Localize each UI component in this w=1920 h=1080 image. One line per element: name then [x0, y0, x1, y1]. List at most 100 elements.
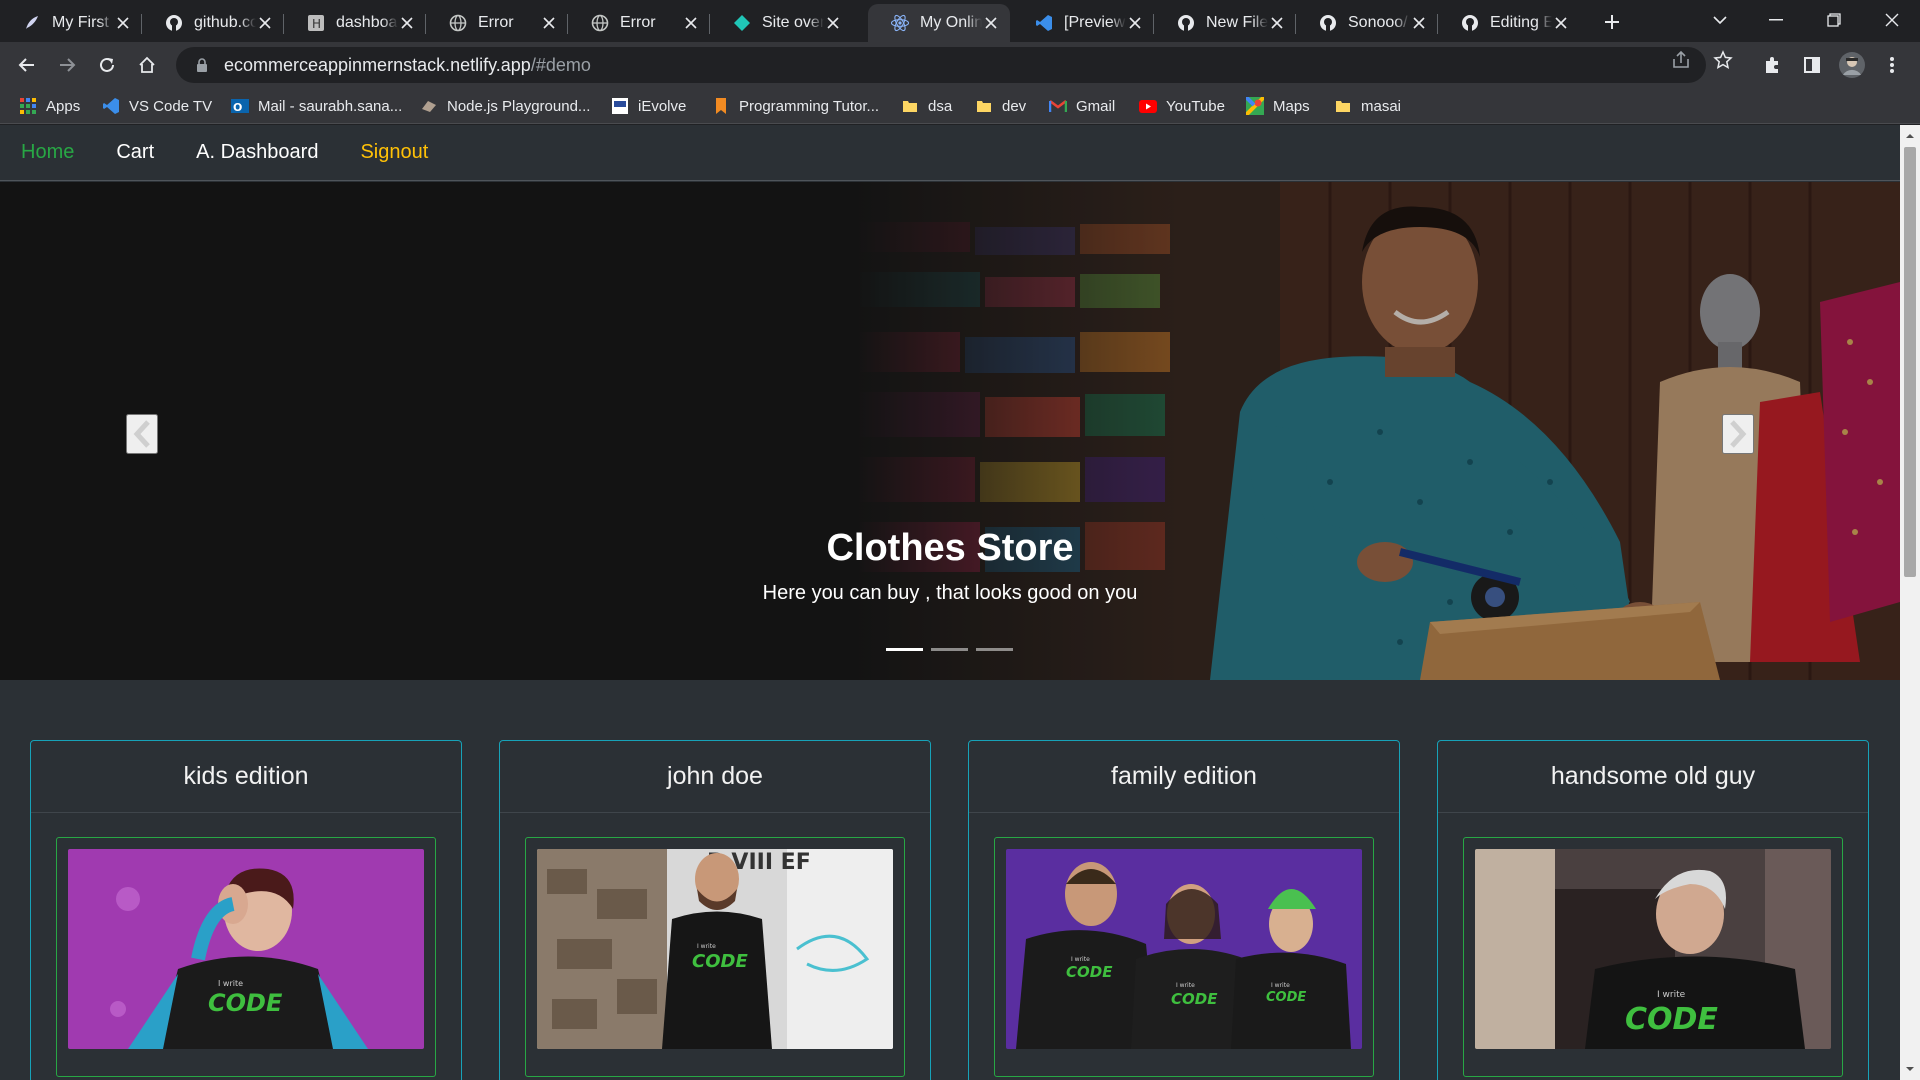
- page-scrollbar[interactable]: [1900, 125, 1920, 1080]
- browser-tab[interactable]: H dashboar: [284, 4, 426, 42]
- carousel-prev-button[interactable]: [126, 414, 158, 454]
- svg-text:I write: I write: [1271, 982, 1290, 989]
- browser-tab[interactable]: Sonooo/: [1296, 4, 1438, 42]
- close-tab-icon[interactable]: [1410, 14, 1428, 32]
- bookmark-item[interactable]: iEvolve: [611, 95, 686, 117]
- globe-icon: [590, 13, 610, 33]
- close-tab-icon[interactable]: [256, 14, 274, 32]
- vscode-icon: [1034, 13, 1054, 33]
- product-card[interactable]: kids edition I write CODE: [30, 740, 462, 1080]
- browser-tab[interactable]: github.co: [142, 4, 284, 42]
- product-image-john-doe[interactable]: B VIII EF I write CODE: [537, 849, 893, 1049]
- lock-icon[interactable]: [192, 55, 212, 75]
- tab-title: Site overv: [762, 14, 824, 31]
- extensions-puzzle-icon[interactable]: [1756, 49, 1788, 81]
- bookmark-item[interactable]: Maps: [1246, 95, 1310, 117]
- product-image-kids-edition[interactable]: I write CODE: [68, 849, 424, 1049]
- svg-text:I write: I write: [1176, 982, 1195, 989]
- close-tab-icon[interactable]: [540, 14, 558, 32]
- browser-tab-active[interactable]: My Onlin: [868, 4, 1010, 42]
- browser-tab[interactable]: New File: [1154, 4, 1296, 42]
- close-tab-icon[interactable]: [114, 14, 132, 32]
- menu-kebab-icon[interactable]: [1876, 49, 1908, 81]
- tab-title: [Preview]: [1064, 14, 1126, 31]
- bookmark-item[interactable]: O Mail - saurabh.sana...: [231, 95, 402, 117]
- browser-tab[interactable]: Error: [568, 4, 710, 42]
- product-title: john doe: [500, 741, 930, 813]
- chevron-left-icon: [133, 420, 150, 448]
- svg-text:I write: I write: [1071, 956, 1090, 963]
- scroll-up-arrow-icon[interactable]: [1900, 127, 1920, 145]
- browser-tab[interactable]: My First F: [0, 4, 142, 42]
- carousel-next-button[interactable]: [1722, 414, 1754, 454]
- star-bookmark-icon[interactable]: [1712, 49, 1734, 71]
- hashnode-icon: H: [306, 13, 326, 33]
- bookmark-item[interactable]: YouTube: [1139, 95, 1225, 117]
- product-card[interactable]: handsome old guy I write CODE: [1437, 740, 1869, 1080]
- minimize-icon[interactable]: [1750, 0, 1802, 40]
- restore-icon[interactable]: [1808, 0, 1860, 40]
- browser-tab[interactable]: Error: [426, 4, 568, 42]
- close-tab-icon[interactable]: [682, 14, 700, 32]
- tab-title: github.co: [194, 14, 256, 31]
- svg-text:I write: I write: [697, 943, 716, 950]
- nav-dashboard-link[interactable]: A. Dashboard: [196, 141, 318, 164]
- close-tab-icon[interactable]: [398, 14, 416, 32]
- carousel-indicator-2[interactable]: [931, 648, 968, 651]
- close-tab-icon[interactable]: [824, 14, 842, 32]
- address-bar[interactable]: ecommerceappinmernstack.netlify.app/#dem…: [176, 47, 1706, 83]
- url-host: ecommerceappinmernstack.netlify.app: [224, 54, 531, 75]
- bookmark-item[interactable]: Apps: [19, 95, 80, 117]
- close-window-icon[interactable]: [1866, 0, 1918, 40]
- product-title: kids edition: [31, 741, 461, 813]
- reload-icon[interactable]: [91, 49, 123, 81]
- new-tab-plus-icon[interactable]: [1598, 8, 1626, 36]
- svg-text:I write: I write: [1657, 990, 1686, 1000]
- carousel-indicator-1[interactable]: [886, 648, 923, 651]
- product-image-frame: B VIII EF I write CODE: [525, 837, 905, 1077]
- apps-grid-icon: [19, 97, 37, 115]
- profile-avatar[interactable]: [1836, 49, 1868, 81]
- product-card[interactable]: john doe B VIII EF I write CODE: [499, 740, 931, 1080]
- carousel-indicator-3[interactable]: [976, 648, 1013, 651]
- product-title: family edition: [969, 741, 1399, 813]
- product-image-handsome-old-guy[interactable]: I write CODE: [1475, 849, 1831, 1049]
- site-navbar: Home Cart A. Dashboard Signout: [0, 125, 1900, 181]
- node-icon: [420, 97, 438, 115]
- bookmark-item[interactable]: VS Code TV: [102, 95, 212, 117]
- bookmark-folder[interactable]: dev: [975, 95, 1026, 117]
- bookmark-item[interactable]: Gmail: [1049, 95, 1115, 117]
- nav-signout-link[interactable]: Signout: [360, 141, 428, 164]
- scrollbar-thumb[interactable]: [1904, 147, 1916, 577]
- browser-tab[interactable]: [Preview]: [1012, 4, 1154, 42]
- scroll-down-arrow-icon[interactable]: [1900, 1060, 1920, 1078]
- nav-cart-link[interactable]: Cart: [116, 141, 154, 164]
- vscode-icon: [102, 97, 120, 115]
- product-image-family-edition[interactable]: I write CODE I write CODE I write CODE: [1006, 849, 1362, 1049]
- bookmark-item[interactable]: Programming Tutor...: [712, 95, 879, 117]
- bookmark-item[interactable]: Node.js Playground...: [420, 95, 590, 117]
- browser-tab[interactable]: Site overv: [710, 4, 852, 42]
- tab-title: Error: [620, 14, 656, 31]
- svg-text:O: O: [233, 101, 242, 114]
- tab-search-chevron-icon[interactable]: [1694, 0, 1746, 40]
- github-icon: [164, 13, 184, 33]
- home-icon[interactable]: [131, 49, 163, 81]
- tab-title: My First F: [52, 14, 114, 31]
- bookmark-folder[interactable]: dsa: [901, 95, 952, 117]
- back-arrow-icon[interactable]: [11, 49, 43, 81]
- product-title: handsome old guy: [1438, 741, 1868, 813]
- close-tab-icon[interactable]: [982, 14, 1000, 32]
- close-tab-icon[interactable]: [1552, 14, 1570, 32]
- svg-text:CODE: CODE: [1266, 990, 1306, 1005]
- browser-tab[interactable]: Editing E: [1438, 4, 1580, 42]
- bookmark-folder[interactable]: masai: [1334, 95, 1401, 117]
- close-tab-icon[interactable]: [1126, 14, 1144, 32]
- nav-home-link[interactable]: Home: [21, 141, 74, 164]
- close-tab-icon[interactable]: [1268, 14, 1286, 32]
- forward-arrow-icon[interactable]: [51, 49, 83, 81]
- side-panel-icon[interactable]: [1796, 49, 1828, 81]
- product-card[interactable]: family edition I write CODE I write CODE…: [968, 740, 1400, 1080]
- share-icon[interactable]: [1670, 49, 1692, 71]
- globe-icon: [448, 13, 468, 33]
